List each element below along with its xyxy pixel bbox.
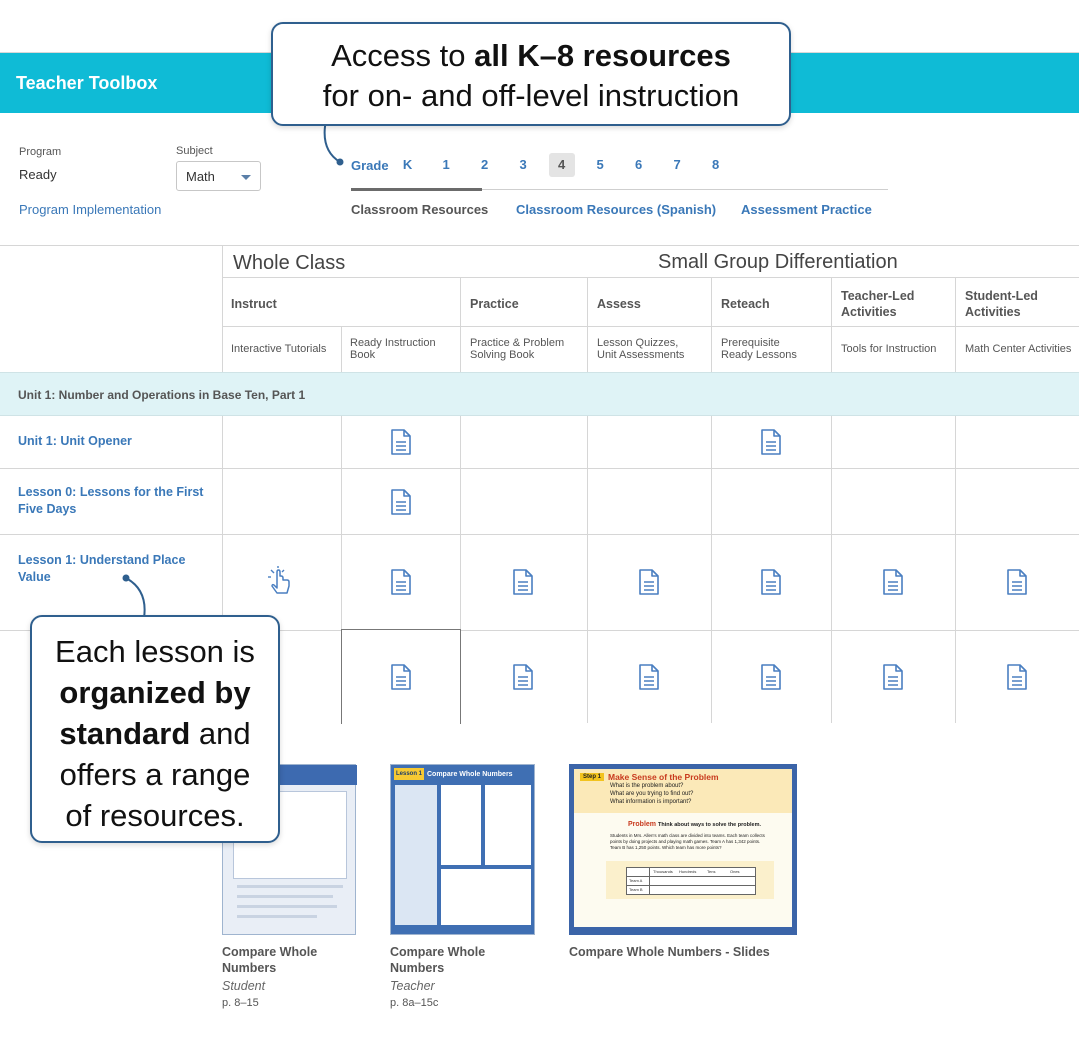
slide-bullet: What information is important? bbox=[610, 799, 692, 805]
pv-head: Thousands bbox=[653, 869, 673, 874]
program-implementation-link[interactable]: Program Implementation bbox=[19, 202, 161, 217]
student-book-title[interactable]: Compare Whole Numbers bbox=[222, 944, 352, 976]
teacher-book-pages: p. 8a–15c bbox=[390, 997, 439, 1009]
student-book-type: Student bbox=[222, 979, 266, 993]
document-icon[interactable] bbox=[1006, 664, 1028, 690]
callout-leader-left bbox=[122, 574, 146, 619]
callout-left-line2: organized by bbox=[32, 672, 278, 713]
callout-organized-by-standard: Each lesson is organized by standard and… bbox=[30, 615, 280, 843]
callout-bold-text: all K–8 resources bbox=[474, 38, 731, 73]
program-value: Ready bbox=[19, 167, 57, 182]
document-icon[interactable] bbox=[882, 569, 904, 595]
grade-k[interactable]: K bbox=[395, 153, 421, 177]
document-icon[interactable] bbox=[390, 489, 412, 515]
pv-line bbox=[649, 868, 650, 894]
callout-leader-top bbox=[323, 120, 344, 166]
row-lesson-1[interactable]: Lesson 1: Understand Place Value bbox=[18, 552, 198, 586]
teacher-book-title[interactable]: Compare Whole Numbers bbox=[390, 944, 520, 976]
tab-classroom-resources[interactable]: Classroom Resources bbox=[351, 202, 488, 217]
grade-1[interactable]: 1 bbox=[433, 153, 459, 177]
document-icon[interactable] bbox=[882, 664, 904, 690]
controls-divider bbox=[0, 245, 1079, 246]
subject-select[interactable]: Math bbox=[176, 161, 261, 191]
document-icon[interactable] bbox=[390, 664, 412, 690]
grade-8[interactable]: 8 bbox=[703, 153, 729, 177]
slide-bullet: What is the problem about? bbox=[610, 783, 684, 789]
slide-table-area: Thousands Hundreds Tens Ones Team A Team… bbox=[606, 861, 774, 899]
callout-text: and bbox=[190, 716, 251, 751]
callout-left-line4: offers a range bbox=[59, 757, 251, 792]
grade-6[interactable]: 6 bbox=[626, 153, 652, 177]
document-icon[interactable] bbox=[760, 429, 782, 455]
grade-3[interactable]: 3 bbox=[510, 153, 536, 177]
pv-line bbox=[627, 876, 755, 877]
teacher-book-type: Teacher bbox=[390, 979, 435, 993]
slide-bullet: What are you trying to find out? bbox=[610, 791, 694, 797]
callout-left-line5: of resources. bbox=[65, 798, 245, 833]
row-unit-opener[interactable]: Unit 1: Unit Opener bbox=[18, 433, 132, 450]
callout-top-line1: Access to all K–8 resources bbox=[273, 36, 789, 76]
callout-bold-text: standard bbox=[59, 716, 191, 751]
thumb-line bbox=[237, 895, 333, 898]
pv-row: Team A bbox=[629, 878, 643, 883]
callout-top-line2: for on- and off-level instruction bbox=[322, 78, 740, 113]
tab-classroom-resources-spanish[interactable]: Classroom Resources (Spanish) bbox=[516, 202, 716, 217]
place-value-table: Thousands Hundreds Tens Ones Team A Team… bbox=[626, 867, 756, 895]
document-icon[interactable] bbox=[512, 664, 534, 690]
grade-7[interactable]: 7 bbox=[664, 153, 690, 177]
document-icon[interactable] bbox=[512, 569, 534, 595]
pv-head: Ones bbox=[730, 869, 740, 874]
document-icon[interactable] bbox=[638, 569, 660, 595]
slide-problem-label: Problem bbox=[628, 821, 657, 828]
teacher-banner: Lesson 1 bbox=[394, 768, 424, 780]
document-icon[interactable] bbox=[1006, 569, 1028, 595]
thumb-line bbox=[237, 885, 343, 888]
grade-selector: Grade K 1 2 3 4 5 6 7 8 bbox=[351, 152, 741, 178]
teacher-mid-column bbox=[441, 785, 481, 865]
callout-bold-text: organized by bbox=[59, 675, 251, 710]
teacher-side-column bbox=[395, 785, 437, 925]
slide-step-badge: Step 1 bbox=[580, 773, 605, 781]
teacher-book-thumbnail[interactable]: Lesson 1 Compare Whole Numbers bbox=[390, 764, 535, 935]
slide-heading: Make Sense of the Problem bbox=[608, 772, 719, 782]
program-label: Program bbox=[19, 146, 62, 158]
document-icon[interactable] bbox=[390, 429, 412, 455]
pv-head: Hundreds bbox=[679, 869, 697, 874]
tab-assessment-practice[interactable]: Assessment Practice bbox=[741, 202, 872, 217]
slide-problem-title: Think about ways to solve the problem. bbox=[658, 822, 761, 828]
callout-left-line1: Each lesson is bbox=[55, 634, 255, 669]
thumb-line bbox=[237, 905, 337, 908]
document-icon[interactable] bbox=[760, 664, 782, 690]
row-lesson-0[interactable]: Lesson 0: Lessons for the First Five Day… bbox=[18, 484, 213, 518]
pv-row: Team B bbox=[629, 887, 643, 892]
slides-title[interactable]: Compare Whole Numbers - Slides bbox=[569, 944, 770, 960]
document-icon[interactable] bbox=[760, 569, 782, 595]
callout-left-line3: standard and bbox=[32, 713, 278, 754]
grade-2[interactable]: 2 bbox=[472, 153, 498, 177]
grade-4[interactable]: 4 bbox=[548, 153, 575, 177]
callout-text: Access to bbox=[331, 38, 475, 73]
pv-line bbox=[627, 885, 755, 886]
active-tab-indicator bbox=[351, 188, 482, 191]
tap-hand-icon[interactable] bbox=[265, 566, 295, 596]
thumb-line bbox=[237, 915, 317, 918]
slides-thumbnail[interactable]: Step 1 Make Sense of the Problem What is… bbox=[569, 764, 797, 935]
teacher-right-column bbox=[485, 785, 531, 865]
slide-canvas: Step 1 Make Sense of the Problem What is… bbox=[574, 769, 792, 927]
student-book-pages: p. 8–15 bbox=[222, 997, 259, 1009]
teacher-bottom-block bbox=[441, 869, 531, 925]
teacher-title: Compare Whole Numbers bbox=[427, 771, 513, 778]
slide-problem-text: Students in Mrs. Allen's math class are … bbox=[610, 833, 765, 850]
subject-select-value: Math bbox=[186, 169, 215, 184]
subject-label: Subject bbox=[176, 145, 213, 157]
pv-head: Tens bbox=[707, 869, 716, 874]
document-icon[interactable] bbox=[638, 664, 660, 690]
grade-5[interactable]: 5 bbox=[587, 153, 613, 177]
document-icon[interactable] bbox=[390, 569, 412, 595]
chevron-down-icon bbox=[241, 175, 251, 180]
callout-k8-resources: Access to all K–8 resources for on- and … bbox=[271, 22, 791, 126]
